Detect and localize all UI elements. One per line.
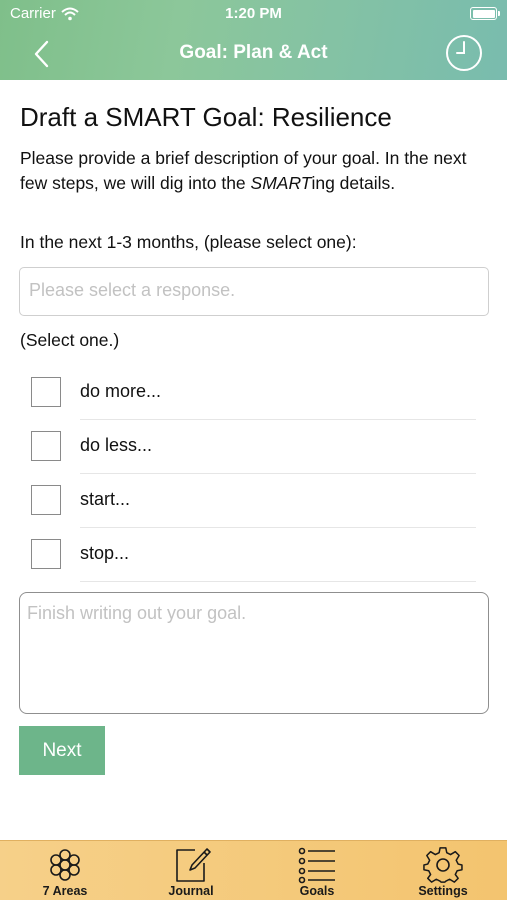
main-content: Draft a SMART Goal: Resilience Please pr…: [0, 80, 507, 840]
list-icon: [298, 847, 335, 884]
tab-goals[interactable]: Goals: [254, 841, 380, 900]
option-label: do less...: [80, 435, 153, 455]
option-label: stop...: [80, 543, 130, 563]
option-start[interactable]: start...: [0, 474, 507, 528]
option-label: do more...: [80, 381, 162, 401]
battery-icon: [470, 7, 500, 20]
tab-label: Settings: [418, 884, 468, 898]
checkbox[interactable]: [31, 431, 61, 461]
nav-title: Goal: Plan & Act: [179, 42, 328, 63]
next-button[interactable]: Next: [19, 726, 105, 775]
app-header: Carrier 1:20 PM Goal: Plan & Act: [0, 0, 507, 80]
description-text: Please provide a brief description of yo…: [20, 148, 467, 193]
gear-icon: [423, 847, 463, 883]
description-text-end: ing details.: [311, 172, 396, 193]
tab-label: Journal: [168, 884, 214, 898]
status-time: 1:20 PM: [225, 5, 282, 22]
select-one-label: (Select one.): [20, 330, 120, 350]
checkbox[interactable]: [31, 539, 61, 569]
history-button[interactable]: [445, 34, 483, 72]
option-list: do more... do less... start... stop...: [0, 366, 507, 582]
clock-icon: [446, 35, 482, 71]
option-label: start...: [80, 489, 131, 509]
option-do-more[interactable]: do more...: [0, 366, 507, 420]
option-stop[interactable]: stop...: [0, 528, 507, 582]
page-title: Draft a SMART Goal: Resilience: [20, 102, 392, 132]
tab-bar: 7 Areas Journal Goals Settings: [0, 840, 507, 900]
checkbox[interactable]: [31, 377, 61, 407]
timeframe-prompt: In the next 1-3 months, (please select o…: [20, 232, 357, 252]
navigation-bar: Goal: Plan & Act: [0, 28, 507, 80]
tab-journal[interactable]: Journal: [128, 841, 254, 900]
tab-label: 7 Areas: [42, 884, 88, 898]
status-bar: Carrier 1:20 PM: [0, 0, 507, 28]
description-emphasis: SMART: [250, 172, 312, 193]
response-select[interactable]: Please select a response.: [19, 267, 489, 316]
journal-edit-icon: [176, 848, 211, 882]
tab-settings[interactable]: Settings: [380, 841, 506, 900]
option-do-less[interactable]: do less...: [0, 420, 507, 474]
tab-label: Goals: [299, 884, 335, 898]
tab-7-areas[interactable]: 7 Areas: [2, 841, 128, 900]
gear-flower-icon: [50, 849, 80, 881]
checkbox[interactable]: [31, 485, 61, 515]
goal-text-area[interactable]: Finish writing out your goal.: [19, 592, 489, 714]
divider: [80, 581, 476, 582]
goal-description: Please provide a brief description of yo…: [20, 146, 494, 195]
